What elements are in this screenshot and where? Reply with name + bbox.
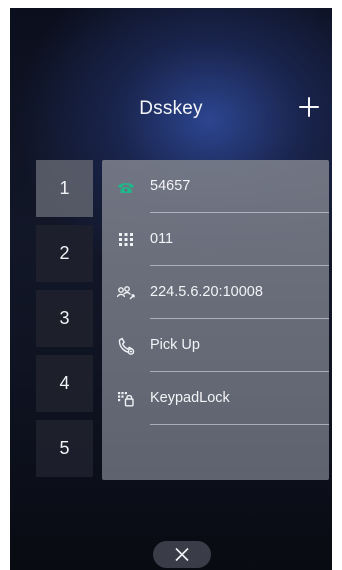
dsskey-label: KeypadLock [150, 390, 230, 406]
dsskey-item-pickup[interactable]: Pick Up [102, 319, 329, 372]
close-icon [175, 547, 189, 562]
dsskey-list: 54657 011 224.5.6.20:10008 Pick Up Keypa… [102, 160, 329, 480]
phone-screen: Dsskey 1 2 3 4 5 54657 011 224.5.6.20:10… [10, 8, 332, 570]
dsskey-label: 011 [150, 231, 174, 247]
dsskey-label: 224.5.6.20:10008 [150, 284, 263, 300]
dsskey-item-keypad-lock[interactable]: KeypadLock [102, 372, 329, 425]
add-button[interactable] [296, 94, 322, 120]
keypad-icon [116, 230, 136, 250]
dsskey-item-multicast[interactable]: 224.5.6.20:10008 [102, 266, 329, 319]
pickup-icon [116, 336, 136, 356]
page-tab-4[interactable]: 4 [36, 355, 93, 412]
page-tab-1[interactable]: 1 [36, 160, 93, 217]
page-tab-2[interactable]: 2 [36, 225, 93, 282]
dsskey-label: 54657 [150, 178, 191, 194]
dsskey-item-speed-dial[interactable]: 011 [102, 213, 329, 266]
page-title: Dsskey [139, 98, 203, 119]
divider [150, 424, 329, 425]
multicast-icon [116, 283, 136, 303]
page-tabs: 1 2 3 4 5 [36, 160, 93, 485]
close-button[interactable] [153, 541, 211, 568]
phone-icon [116, 177, 136, 197]
dsskey-item-line[interactable]: 54657 [102, 160, 329, 213]
keypad-lock-icon [116, 389, 136, 409]
dsskey-label: Pick Up [150, 337, 200, 353]
page-tab-5[interactable]: 5 [36, 420, 93, 477]
page-tab-3[interactable]: 3 [36, 290, 93, 347]
